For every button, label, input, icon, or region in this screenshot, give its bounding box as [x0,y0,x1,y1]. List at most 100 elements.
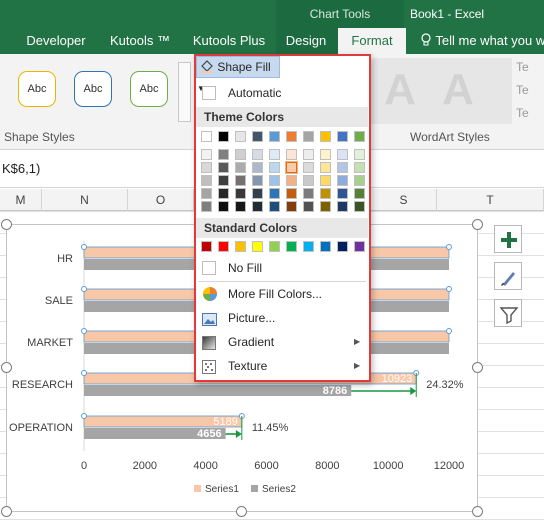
theme-color-swatch[interactable] [201,131,212,142]
text-effects-row[interactable]: Te [516,106,529,120]
theme-color-shade-swatch[interactable] [337,149,348,160]
theme-color-shade-swatch[interactable] [218,175,229,186]
theme-color-shade-swatch[interactable] [201,162,212,173]
theme-color-shade-swatch[interactable] [201,188,212,199]
theme-color-shade-swatch[interactable] [252,175,263,186]
theme-color-swatch[interactable] [320,131,331,142]
shape-fill-button[interactable]: Shape Fill ▼ [196,56,280,93]
column-header-t[interactable]: T [437,189,544,211]
theme-color-shade-swatch[interactable] [286,188,297,199]
theme-color-shade-swatch[interactable] [320,175,331,186]
theme-color-shade-swatch[interactable] [218,201,229,212]
theme-color-shade-swatch[interactable] [269,201,280,212]
automatic-option[interactable]: Automatic [196,82,368,104]
standard-color-swatch[interactable] [320,241,331,252]
theme-color-shade-swatch[interactable] [320,162,331,173]
theme-color-shade-swatch[interactable] [337,201,348,212]
text-fill-row[interactable]: Te [516,60,529,74]
resize-handle-top-left[interactable] [1,219,12,230]
column-header-s[interactable]: S [371,189,437,211]
tab-kutools[interactable]: Kutools ™ [100,28,180,54]
theme-color-swatch[interactable] [303,131,314,142]
resize-handle-bottom[interactable] [236,506,247,517]
tab-design[interactable]: Design [278,28,334,54]
theme-color-shade-swatch[interactable] [337,162,348,173]
theme-color-shade-swatch[interactable] [303,149,314,160]
theme-color-shade-swatch[interactable] [218,162,229,173]
theme-color-shade-swatch[interactable] [252,188,263,199]
theme-color-shade-swatch[interactable] [235,188,246,199]
theme-color-shade-swatch[interactable] [201,201,212,212]
gradient-option[interactable]: Gradient ▶ [196,331,368,353]
theme-color-shade-swatch[interactable] [235,162,246,173]
no-fill-option[interactable]: No Fill [196,257,368,279]
theme-color-shade-swatch[interactable] [286,149,297,160]
theme-color-shade-swatch[interactable] [286,175,297,186]
theme-color-shade-swatch[interactable] [218,188,229,199]
theme-color-shade-swatch[interactable] [269,175,280,186]
column-header-n[interactable]: N [42,189,128,211]
text-outline-row[interactable]: Te [516,83,529,97]
theme-color-shade-swatch[interactable] [235,175,246,186]
theme-color-shade-swatch[interactable] [218,149,229,160]
texture-option[interactable]: Texture ▶ [196,355,368,377]
theme-color-shade-swatch[interactable] [303,162,314,173]
theme-color-swatch[interactable] [252,131,263,142]
theme-color-shade-swatch[interactable] [354,201,365,212]
theme-color-shade-swatch[interactable] [286,162,297,173]
tab-kutools-plus[interactable]: Kutools Plus [184,28,274,54]
standard-color-swatch[interactable] [286,241,297,252]
standard-color-swatch[interactable] [269,241,280,252]
theme-color-shade-swatch[interactable] [286,201,297,212]
resize-handle-left[interactable] [1,362,12,373]
shape-style-sample-3[interactable]: Abc [130,71,168,107]
shape-style-sample-1[interactable]: Abc [18,71,56,107]
theme-color-shade-swatch[interactable] [252,149,263,160]
shape-style-sample-2[interactable]: Abc [74,71,112,107]
picture-option[interactable]: Picture... [196,307,368,329]
theme-color-shade-swatch[interactable] [320,149,331,160]
standard-color-swatch[interactable] [337,241,348,252]
theme-color-shade-swatch[interactable] [201,175,212,186]
chart-filters-button[interactable] [494,299,522,327]
resize-handle-right[interactable] [472,362,483,373]
theme-color-shade-swatch[interactable] [269,149,280,160]
tab-format[interactable]: Format [338,28,406,54]
theme-color-shade-swatch[interactable] [303,188,314,199]
theme-color-shade-swatch[interactable] [354,162,365,173]
theme-color-swatch[interactable] [269,131,280,142]
theme-color-shade-swatch[interactable] [337,175,348,186]
theme-color-shade-swatch[interactable] [235,201,246,212]
standard-color-swatch[interactable] [218,241,229,252]
shape-styles-scroll[interactable] [178,62,191,122]
wordart-sample-3[interactable]: A [434,62,482,118]
theme-color-shade-swatch[interactable] [269,188,280,199]
tab-developer[interactable]: Developer [14,28,98,54]
column-header-m[interactable]: M [0,189,42,211]
theme-color-shade-swatch[interactable] [320,188,331,199]
standard-color-swatch[interactable] [235,241,246,252]
theme-color-shade-swatch[interactable] [201,149,212,160]
chart-elements-button[interactable] [494,225,522,253]
standard-color-swatch[interactable] [303,241,314,252]
standard-color-swatch[interactable] [252,241,263,252]
theme-color-swatch[interactable] [286,131,297,142]
theme-color-shade-swatch[interactable] [354,175,365,186]
column-header-o[interactable]: O [128,189,194,211]
standard-color-swatch[interactable] [354,241,365,252]
resize-handle-bottom-left[interactable] [1,506,12,517]
theme-color-shade-swatch[interactable] [269,162,280,173]
theme-color-shade-swatch[interactable] [303,201,314,212]
chart-styles-button[interactable] [494,262,522,290]
wordart-sample-2[interactable]: A [376,62,424,118]
theme-color-swatch[interactable] [218,131,229,142]
theme-color-shade-swatch[interactable] [354,188,365,199]
resize-handle-bottom-right[interactable] [472,506,483,517]
theme-color-shade-swatch[interactable] [337,188,348,199]
theme-color-shade-swatch[interactable] [252,162,263,173]
theme-color-shade-swatch[interactable] [320,201,331,212]
theme-color-swatch[interactable] [337,131,348,142]
theme-color-shade-swatch[interactable] [354,149,365,160]
theme-color-swatch[interactable] [235,131,246,142]
standard-color-swatch[interactable] [201,241,212,252]
